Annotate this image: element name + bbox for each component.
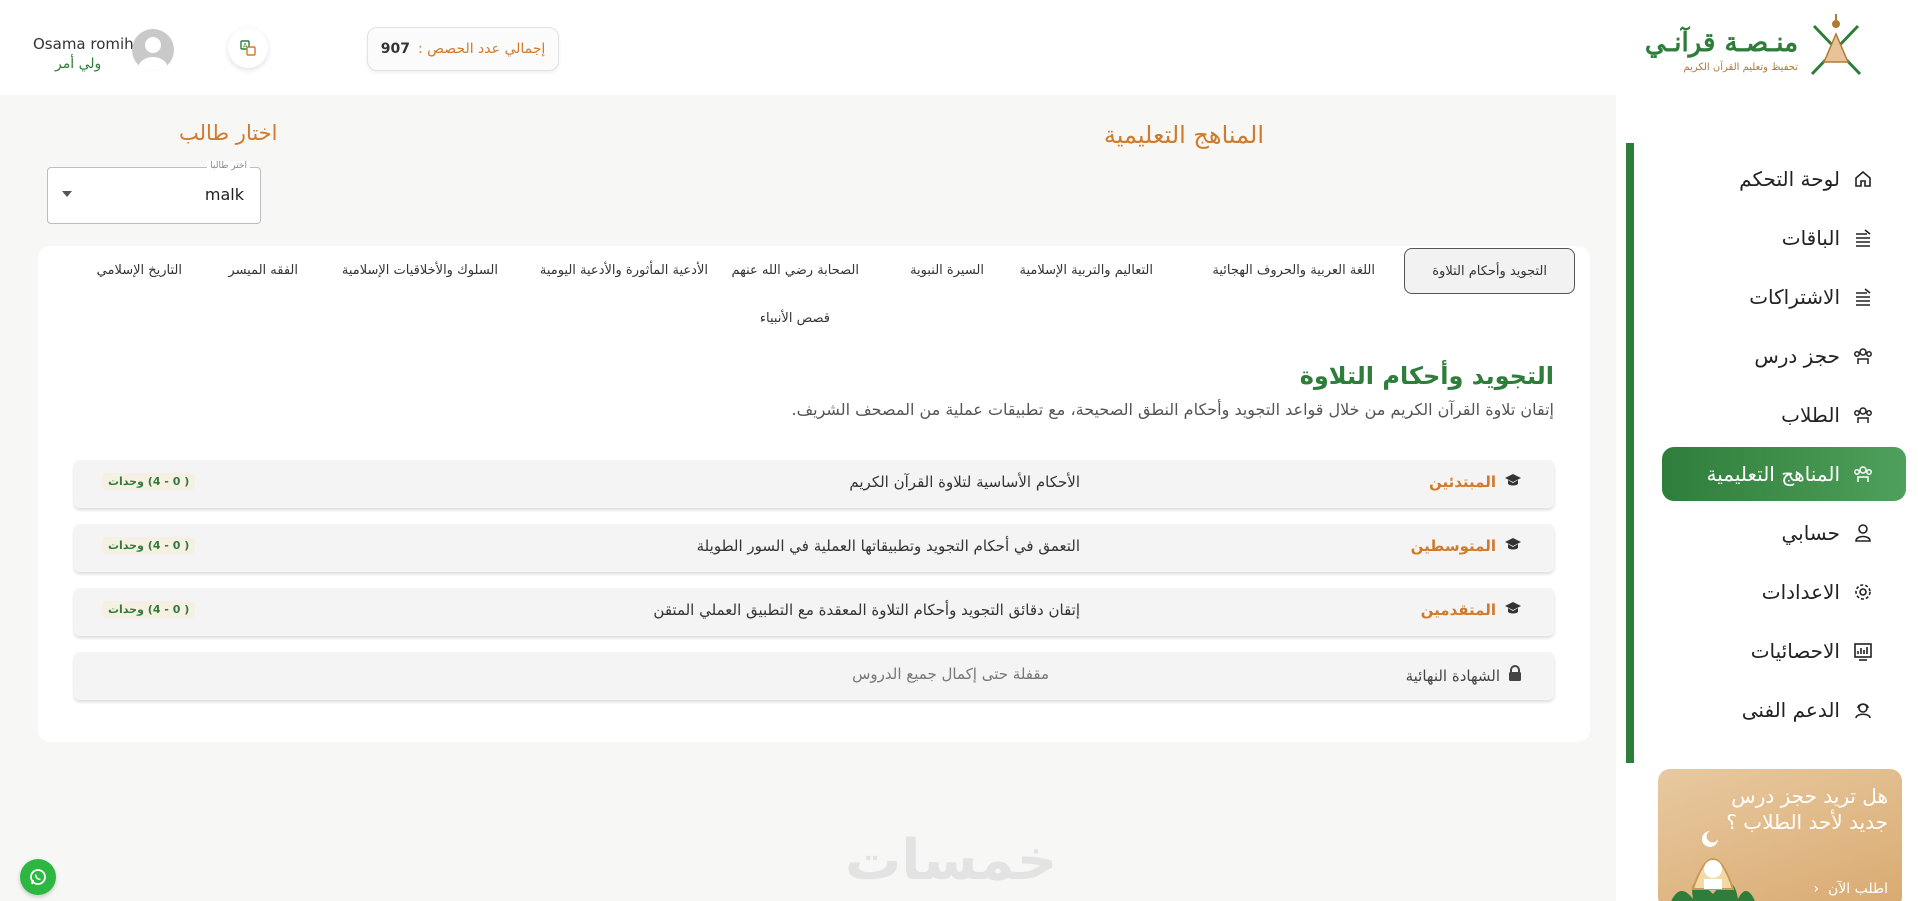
whatsapp-icon (30, 869, 46, 885)
translate-button[interactable]: A (228, 28, 268, 68)
sidebar-item-label: المناهج التعليمية (1706, 462, 1840, 486)
top-bar: منـصـة قرآنـي تحفيظ وتعليم القرآن الكريم… (0, 0, 1918, 95)
chevron-left-icon: ‹ (1813, 881, 1824, 897)
group-icon (1852, 404, 1874, 426)
gear-icon (1852, 581, 1874, 603)
level-row-advanced[interactable]: المتقدمين إتقان دقائق التجويد وأحكام الت… (74, 588, 1554, 636)
tab-fiqh[interactable]: الفقه الميسر (228, 248, 298, 294)
logo-emblem-icon (1810, 14, 1862, 76)
sidebar-item-statistics[interactable]: الاحصائيات (1662, 624, 1906, 678)
final-certificate-row: الشهادة النهائية مقفلة حتى إكمال جميع ال… (74, 652, 1554, 700)
stack-icon (1852, 227, 1874, 249)
tab-islamic-history[interactable]: التاريخ الإسلامي (97, 248, 182, 294)
sidebar-item-account[interactable]: حسابي (1662, 506, 1906, 560)
tab-companions[interactable]: الصحابة رضي الله عنهم (731, 248, 859, 294)
sidebar-item-label: الباقات (1781, 226, 1840, 250)
watermark: خمسات (845, 828, 1058, 893)
group-icon (1852, 345, 1874, 367)
curriculum-panel: التجويد وأحكام التلاوة اللغة العربية وال… (38, 246, 1590, 742)
translate-icon: A (240, 40, 256, 56)
sidebar-nav: لوحة التحكم الباقات الاشتراكات حجز درس ا… (1662, 152, 1906, 742)
level-description: إتقان دقائق التجويد وأحكام التلاوة المعق… (653, 601, 1080, 619)
promo-text: هل تريد حجز درس جديد لأحد الطلاب ؟ (1726, 784, 1888, 834)
units-badge: ( 0 - 4) وحدات (102, 537, 196, 554)
level-name: المبتدئين (1429, 473, 1496, 491)
sidebar-item-subscriptions[interactable]: الاشتراكات (1662, 270, 1906, 324)
units-badge: ( 0 - 4) وحدات (102, 473, 196, 490)
sidebar-item-label: الاحصائيات (1750, 639, 1840, 663)
sidebar-item-curricula[interactable]: المناهج التعليمية (1662, 447, 1906, 501)
avatar-person-icon (138, 37, 168, 71)
units-badge: ( 0 - 4) وحدات (102, 601, 196, 618)
tab-tajweed[interactable]: التجويد وأحكام التلاوة (1404, 248, 1575, 294)
section-description: إتقان تلاوة القرآن الكريم من خلال قواعد … (791, 400, 1554, 419)
whatsapp-button[interactable] (20, 859, 56, 895)
sidebar-accent-bar (1626, 143, 1634, 763)
sidebar-item-label: حسابي (1781, 521, 1840, 545)
stack-icon (1852, 286, 1874, 308)
total-lessons-pill: إجمالي عدد الحصص : 907 (367, 27, 559, 71)
tab-arabic[interactable]: اللغة العربية والحروف الهجائية (1212, 248, 1375, 294)
graduation-cap-icon (1504, 473, 1522, 491)
tab-prophets-stories[interactable]: قصص الأنبياء (760, 296, 830, 342)
stats-icon (1852, 640, 1874, 662)
group-icon (1852, 463, 1874, 485)
certificate-description: مقفلة حتى إكمال جميع الدروس (852, 665, 1049, 683)
section-title: التجويد وأحكام التلاوة (1299, 362, 1554, 390)
sidebar: لوحة التحكم الباقات الاشتراكات حجز درس ا… (1616, 95, 1918, 901)
student-select-legend: اختر طالبا (207, 161, 250, 171)
home-icon (1852, 168, 1874, 190)
level-row-intermediate[interactable]: المتوسطين التعمق في أحكام التجويد وتطبيق… (74, 524, 1554, 572)
promo-card[interactable]: هل تريد حجز درس جديد لأحد الطلاب ؟ اطلب … (1658, 769, 1902, 901)
brand-tagline: تحفيظ وتعليم القرآن الكريم (1683, 62, 1798, 73)
level-name: المتوسطين (1410, 537, 1496, 555)
user-name: Osama romih (33, 35, 134, 53)
support-icon (1852, 699, 1874, 721)
certificate-title: الشهادة النهائية (1405, 666, 1500, 685)
tab-supplications[interactable]: الأدعية المأثورة والأدعية اليومية (540, 248, 708, 294)
student-select[interactable]: اختر طالبا malk (47, 161, 261, 224)
sidebar-item-dashboard[interactable]: لوحة التحكم (1662, 152, 1906, 206)
level-description: الأحكام الأساسية لتلاوة القرآن الكريم (849, 473, 1080, 491)
user-role: ولي أمر (55, 56, 102, 72)
total-lessons-label: إجمالي عدد الحصص : (417, 41, 546, 57)
avatar[interactable] (132, 29, 174, 71)
graduation-cap-icon (1504, 601, 1522, 619)
user-icon (1852, 522, 1874, 544)
level-row-beginners[interactable]: المبتدئين الأحكام الأساسية لتلاوة القرآن… (74, 460, 1554, 508)
promo-cta-label: اطلب الآن (1827, 881, 1888, 897)
sidebar-item-label: الدعم الفنى (1741, 698, 1840, 722)
sidebar-item-label: الاعدادات (1761, 580, 1840, 604)
sidebar-item-label: الاشتراكات (1749, 285, 1840, 309)
graduation-cap-icon (1504, 537, 1522, 555)
sidebar-item-packages[interactable]: الباقات (1662, 211, 1906, 265)
sidebar-item-label: حجز درس (1754, 344, 1840, 368)
user-menu[interactable]: Osama romih ولي أمر (33, 29, 183, 77)
sidebar-item-settings[interactable]: الاعدادات (1662, 565, 1906, 619)
student-select-value: malk (204, 185, 244, 204)
promo-cta-link[interactable]: اطلب الآن ‹ (1813, 881, 1888, 897)
page-title: المناهج التعليمية (1103, 121, 1264, 149)
brand-logo[interactable]: منـصـة قرآنـي تحفيظ وتعليم القرآن الكريم (1645, 14, 1870, 86)
tab-ethics[interactable]: السلوك والأخلاقيات الإسلامية (342, 248, 498, 294)
sidebar-item-label: الطلاب (1781, 403, 1840, 427)
lock-icon (1508, 665, 1522, 686)
sidebar-item-students[interactable]: الطلاب (1662, 388, 1906, 442)
pick-student-title: اختار طالب (179, 121, 278, 145)
tab-seerah[interactable]: السيرة النبوية (910, 248, 984, 294)
tab-islamic-teachings[interactable]: التعاليم والتربية الإسلامية (1019, 248, 1153, 294)
level-name: المتقدمين (1420, 601, 1496, 619)
brand-name: منـصـة قرآنـي (1644, 28, 1798, 58)
caret-down-icon (62, 191, 72, 197)
level-description: التعمق في أحكام التجويد وتطبيقاتها العمل… (696, 537, 1080, 555)
sidebar-item-book-lesson[interactable]: حجز درس (1662, 329, 1906, 383)
total-lessons-count: 907 (380, 41, 410, 57)
sidebar-item-support[interactable]: الدعم الفنى (1662, 683, 1906, 737)
sidebar-item-label: لوحة التحكم (1739, 167, 1840, 191)
